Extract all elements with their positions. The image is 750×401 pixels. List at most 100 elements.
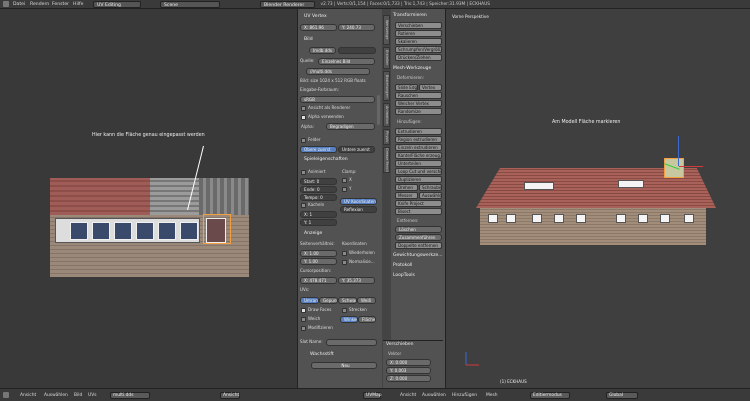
menu-fenster[interactable]: Fenster — [52, 1, 69, 8]
tab-grease-pencil[interactable]: Grease Pencil — [383, 147, 390, 173]
normalisiert-checkbox[interactable] — [342, 260, 347, 265]
tab-physik[interactable]: Physik — [383, 129, 390, 145]
tool-bisect[interactable]: Bisect — [395, 208, 442, 215]
menu-datei[interactable]: Datei — [13, 1, 25, 8]
tempo-field[interactable]: Tempo: 0 — [300, 194, 337, 201]
editor-type-icon[interactable] — [3, 392, 9, 398]
tool-knife-project[interactable]: Knife Project — [395, 200, 442, 207]
tile-y-field[interactable]: Y: 1 — [300, 219, 337, 226]
tool-loop-cut[interactable]: Loop Cut und verschi. — [395, 168, 442, 175]
aspect-x-field[interactable]: X: 1.00 — [300, 250, 337, 257]
menu-ansicht[interactable]: Ansicht — [20, 392, 36, 399]
start-field[interactable]: Start: 0 — [300, 178, 337, 185]
tool-kante-flaeche[interactable]: Kante/Fläche erzeug. — [395, 152, 442, 159]
menu-ansicht-3d[interactable]: Ansicht — [400, 392, 416, 399]
tool-region-extrude[interactable]: Region extrudieren — [395, 136, 442, 143]
image-selector[interactable]: Imdb.dds — [309, 47, 336, 54]
tool-messer[interactable]: Messer — [395, 192, 418, 199]
tool-auswaehlen[interactable]: Auswähle — [419, 192, 442, 199]
weich-checkbox[interactable] — [301, 317, 306, 322]
uv-mode-white[interactable]: Weiß — [357, 297, 376, 304]
looptools-header[interactable]: LoopTools — [393, 273, 415, 279]
tool-einzeln-extrude[interactable]: Einzeln extrudieren — [395, 144, 442, 151]
tool-drehen[interactable]: Drehen — [395, 184, 418, 191]
cursor-x-field[interactable]: X: 478.471 — [300, 277, 337, 284]
aspect-y-field[interactable]: Y: 1.00 — [300, 258, 337, 265]
strecken-checkbox[interactable] — [342, 308, 347, 313]
tab-werkzeuge[interactable]: Werkzeuge — [383, 15, 390, 45]
layout-selector[interactable]: UV Editing — [93, 1, 141, 8]
tool-loeschen[interactable]: Löschen — [395, 226, 442, 233]
farbraum-select[interactable]: sRGB — [300, 96, 375, 103]
tool-skalieren[interactable]: Skalieren — [395, 38, 442, 45]
protokoll-header[interactable]: Protokoll — [393, 263, 412, 269]
quelle-select[interactable]: Einzelnes Bild — [318, 58, 375, 65]
uv-texture-image[interactable] — [50, 178, 249, 277]
tool-rauschen[interactable]: Rauschen — [395, 92, 442, 99]
file-path-field[interactable]: //multi.dds — [306, 68, 370, 75]
image-browse[interactable]: multi.dds — [110, 392, 150, 399]
clamp-x-checkbox[interactable] — [342, 178, 347, 183]
winkel-button[interactable]: Winkel — [340, 316, 358, 323]
tab-animation[interactable]: Animation — [383, 103, 390, 127]
mesh-tools-header[interactable]: Mesh-Werkzeuge — [393, 66, 431, 72]
tool-weicher-vertex[interactable]: Weicher Vertex — [395, 100, 442, 107]
kacheln-checkbox[interactable] — [301, 203, 306, 208]
modifizieren-checkbox[interactable] — [301, 326, 306, 331]
tool-schrumpfen[interactable]: Schrumpfen/Vergröß. — [395, 46, 442, 53]
untere-zuerst-button[interactable]: Untere zuerst — [338, 146, 375, 153]
ansicht-checkbox[interactable] — [301, 106, 306, 111]
panel-uv-vertex[interactable]: UV Vertex — [304, 13, 327, 20]
uv-koordinaten-button[interactable]: UV Koordinaten — [340, 198, 377, 205]
tool-rotieren[interactable]: Rotieren — [395, 30, 442, 37]
flache-button[interactable]: Fläche — [358, 316, 376, 323]
uv-mode-black[interactable]: Schwarz — [338, 297, 357, 304]
transform-header[interactable]: Transformieren — [393, 13, 427, 19]
scene-selector[interactable]: Scene — [160, 1, 220, 8]
neu-button[interactable]: Neu — [311, 362, 377, 369]
tool-doppelte[interactable]: Doppelte entfernen — [395, 242, 442, 249]
obere-zuerst-button[interactable]: Obere zuerst — [300, 146, 337, 153]
renderer-selector[interactable]: Blender Renderer — [260, 1, 315, 8]
menu-uvs[interactable]: UVs — [88, 392, 97, 399]
uv-selection[interactable] — [203, 214, 231, 244]
cursor-y-field[interactable]: Y: 35.373 — [338, 277, 375, 284]
image-buttons[interactable] — [338, 47, 376, 54]
weight-tools-header[interactable]: Gewichtungswerkze... — [393, 253, 443, 259]
view-menu-mid[interactable]: Ansicht — [220, 392, 240, 399]
uv-y-field[interactable]: Y: 240.73 — [338, 24, 375, 31]
tool-schraube[interactable]: Schraube — [419, 184, 442, 191]
clamp-y-checkbox[interactable] — [342, 187, 347, 192]
panel-spiel[interactable]: Spieleigenschaften — [304, 156, 348, 163]
mode-selector[interactable]: Editiermodus — [530, 392, 570, 399]
uv-mode-dashed[interactable]: Gepunktet — [319, 297, 338, 304]
panel-anzeige[interactable]: Anzeige — [304, 230, 322, 237]
menu-bild[interactable]: Bild — [74, 392, 82, 399]
animiert-checkbox[interactable] — [301, 170, 306, 175]
reflexion-button[interactable]: Reflexion — [340, 206, 377, 213]
menu-auswaehlen-3d[interactable]: Auswählen — [422, 392, 446, 399]
vector-z-field[interactable]: Z: 0.000 — [386, 375, 431, 382]
tab-beziehungen[interactable]: Beziehungen — [383, 71, 390, 101]
tab-erstellen[interactable]: Erstellen — [383, 47, 390, 69]
editor-type-icon[interactable] — [3, 1, 9, 7]
alpha-checkbox[interactable] — [301, 115, 306, 120]
vector-y-field[interactable]: Y: 0.003 — [386, 367, 431, 374]
model-facade[interactable] — [480, 208, 706, 245]
uv-mode-outline[interactable]: Umrandu — [300, 297, 319, 304]
panel-bild[interactable]: Bild — [304, 36, 313, 43]
uvmap-selector[interactable]: UVMap — [363, 392, 381, 399]
menu-mesh[interactable]: Mesh — [486, 392, 498, 399]
tile-x-field[interactable]: X: 1 — [300, 211, 337, 218]
panel-wachsstift[interactable]: Wachsstift — [310, 351, 334, 358]
ende-field[interactable]: Ende: 0 — [300, 186, 337, 193]
slot-name-field[interactable] — [326, 339, 377, 346]
uv-x-field[interactable]: X: 861.96 — [300, 24, 337, 31]
menu-hinzufuegen[interactable]: Hinzufügen — [452, 392, 477, 399]
pivot-selector[interactable]: Global — [606, 392, 638, 399]
menu-auswaehlen[interactable]: Auswählen — [44, 392, 68, 399]
vector-x-field[interactable]: X: 0.000 — [386, 359, 431, 366]
tool-extrudieren[interactable]: Extrudieren — [395, 128, 442, 135]
menu-hilfe[interactable]: Hilfe — [73, 1, 83, 8]
alpha-mode-select[interactable]: Begradigen — [326, 123, 375, 130]
